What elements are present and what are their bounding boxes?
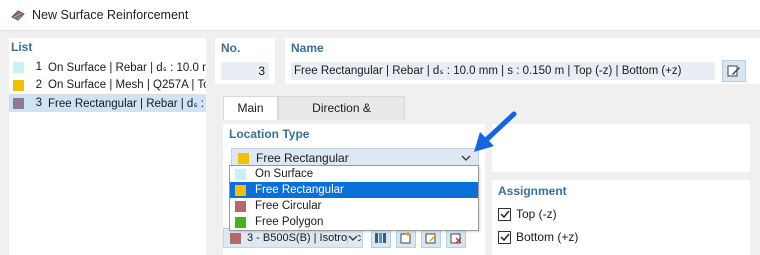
- location-type-selected-value: Free Rectangular: [256, 151, 349, 165]
- option-color-swatch: [235, 200, 246, 212]
- list-panel: List 1 On Surface | Rebar | dₛ : 10.0 mm…: [9, 38, 206, 255]
- tab-direction-location[interactable]: Direction & Location: [278, 96, 405, 137]
- bottom-z-checkbox-row[interactable]: Bottom (+z): [498, 229, 578, 245]
- material-select[interactable]: 3 - B500S(B) | Isotropic: [223, 228, 363, 248]
- top-z-label: Top (-z): [516, 207, 557, 221]
- number-label: No.: [221, 41, 241, 55]
- list-item-number: 3: [35, 97, 42, 109]
- location-type-color-swatch: [238, 152, 249, 164]
- delete-material-button[interactable]: [446, 228, 466, 248]
- edit-material-button[interactable]: [421, 228, 441, 248]
- option-label: Free Polygon: [255, 216, 324, 228]
- list-item[interactable]: 2 On Surface | Mesh | Q257A | Top: [9, 76, 206, 94]
- material-row: 3 - B500S(B) | Isotropic: [223, 228, 485, 250]
- dropdown-option-free-rectangular[interactable]: Free Rectangular: [230, 182, 478, 198]
- library-books-icon: [375, 233, 386, 243]
- list-item-number: 1: [35, 61, 42, 73]
- list-item-color-swatch: [13, 61, 24, 73]
- tab-main[interactable]: Main: [223, 96, 278, 120]
- assignment-label: Assignment: [498, 184, 567, 198]
- new-item-icon: [400, 232, 411, 244]
- preview-panel: [492, 124, 750, 172]
- annotation-arrow-icon: [474, 111, 517, 152]
- edit-name-button[interactable]: [722, 60, 746, 82]
- option-label: On Surface: [255, 168, 314, 180]
- list-item-text: Free Rectangular | Rebar | dₛ : 10.0 mm: [48, 98, 206, 110]
- number-field[interactable]: 3: [221, 62, 269, 80]
- surface-reinforcement-app-icon: [11, 10, 25, 21]
- list-item-color-swatch: [13, 97, 24, 109]
- material-color-swatch: [230, 232, 241, 244]
- dropdown-option-free-polygon[interactable]: Free Polygon: [230, 214, 478, 230]
- dropdown-option-on-surface[interactable]: On Surface: [230, 166, 478, 182]
- delete-item-icon: [450, 233, 462, 244]
- list-item[interactable]: 1 On Surface | Rebar | dₛ : 10.0 mm: [9, 58, 206, 76]
- checkmark-icon: [499, 233, 510, 242]
- option-label: Free Circular: [255, 200, 322, 212]
- window-title: New Surface Reinforcement: [32, 8, 189, 22]
- list-item-color-swatch: [13, 79, 24, 91]
- top-z-checkbox[interactable]: [498, 207, 511, 221]
- new-material-button[interactable]: [396, 228, 416, 248]
- name-field[interactable]: Free Rectangular | Rebar | dₛ : 10.0 mm …: [291, 62, 715, 80]
- number-section: No. 3: [215, 38, 275, 84]
- list-item-number: 2: [35, 79, 42, 91]
- option-label: Free Rectangular: [255, 184, 344, 196]
- chevron-down-icon: [348, 232, 358, 244]
- title-bar: New Surface Reinforcement: [0, 0, 760, 31]
- dropdown-option-free-circular[interactable]: Free Circular: [230, 198, 478, 214]
- checkmark-icon: [499, 210, 510, 219]
- list-item-text: On Surface | Rebar | dₛ : 10.0 mm: [48, 62, 206, 74]
- location-type-label: Location Type: [229, 127, 310, 141]
- material-value: 3 - B500S(B) | Isotropic: [247, 232, 362, 244]
- bottom-z-label: Bottom (+z): [516, 230, 579, 244]
- top-z-checkbox-row[interactable]: Top (-z): [498, 206, 557, 222]
- edit-item-icon: [425, 233, 437, 244]
- name-section: Name Free Rectangular | Rebar | dₛ : 10.…: [285, 38, 760, 84]
- option-color-swatch: [235, 184, 246, 196]
- material-library-button[interactable]: [371, 228, 391, 248]
- bottom-z-checkbox[interactable]: [498, 230, 511, 244]
- edit-pencil-icon: [727, 65, 740, 77]
- name-label: Name: [291, 41, 324, 55]
- assignment-section: Assignment Top (-z) Bottom (+z): [492, 180, 750, 255]
- list-item-text: On Surface | Mesh | Q257A | Top: [48, 79, 206, 91]
- option-color-swatch: [235, 168, 246, 180]
- list-item-selected[interactable]: 3 Free Rectangular | Rebar | dₛ : 10.0 m…: [9, 94, 206, 112]
- list-label: List: [11, 40, 33, 54]
- location-type-dropdown-list: On Surface Free Rectangular Free Circula…: [229, 165, 479, 231]
- option-color-swatch: [235, 216, 246, 228]
